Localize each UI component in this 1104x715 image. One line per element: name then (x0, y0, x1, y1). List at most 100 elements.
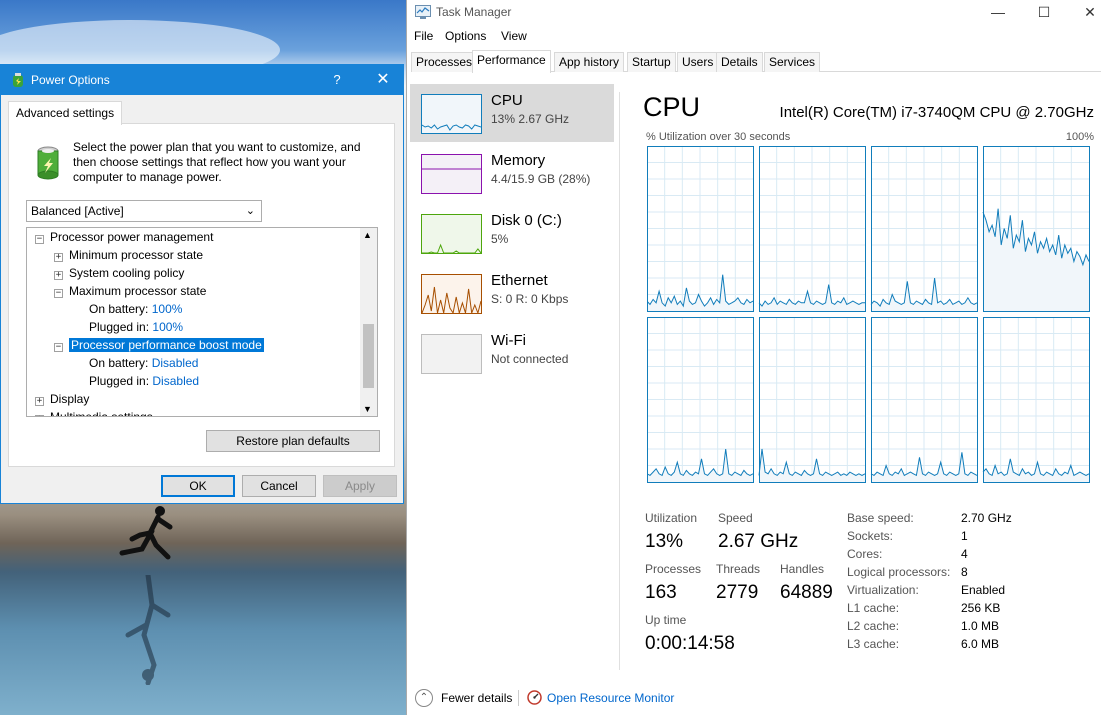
sidebar-item-disk[interactable]: Disk 0 (C:) 5% (410, 204, 614, 262)
menu-file[interactable]: File (414, 29, 433, 43)
task-manager-window: Task Manager — ☐ ✕ File Options View Pro… (406, 0, 1104, 715)
collapse-icon[interactable]: − (54, 343, 63, 352)
expand-icon[interactable]: + (54, 271, 63, 280)
sidebar-thumbnail-graph (421, 154, 482, 194)
tab-processes[interactable]: Processes (411, 52, 478, 72)
tree-item-value[interactable]: 100% (152, 320, 183, 334)
processes-value: 163 (645, 582, 677, 603)
tab-strip: Processes Performance App history Startu… (411, 50, 1101, 73)
core-graph-7 (982, 317, 1090, 483)
tree-item-label: Minimum processor state (69, 248, 204, 262)
utilization-caption: % Utilization over 30 seconds (646, 131, 791, 143)
tree-item[interactable]: − Maximum processor state (54, 282, 206, 300)
scroll-down-arrow-icon[interactable]: ▼ (363, 404, 372, 414)
sidebar-item-detail: Not connected (491, 352, 569, 366)
sidebar-sparkline (421, 124, 482, 131)
tree-item[interactable]: On battery: 100% (89, 300, 182, 318)
task-manager-titlebar[interactable]: Task Manager — ☐ ✕ (407, 0, 1104, 24)
task-manager-icon (415, 5, 431, 19)
tree-item-value[interactable]: 100% (152, 302, 183, 316)
power-options-title: Power Options (31, 73, 110, 87)
spec-value: Enabled (961, 583, 1006, 597)
tree-item[interactable]: − Processor power management (35, 228, 213, 246)
tab-app-history[interactable]: App history (554, 52, 625, 72)
sidebar-item-detail: S: 0 R: 0 Kbps (491, 292, 569, 306)
tree-scrollbar[interactable]: ▲ ▼ (360, 228, 377, 416)
tree-item-value[interactable]: Disabled (152, 374, 199, 388)
maximize-button[interactable]: ☐ (1021, 0, 1067, 24)
tree-item[interactable]: On battery: Disabled (89, 354, 198, 372)
power-plan-dropdown[interactable]: Balanced [Active] ⌄ (26, 200, 262, 222)
sidebar-item-cpu[interactable]: CPU 13% 2.67 GHz (410, 84, 614, 142)
sidebar-item-ethernet[interactable]: Ethernet S: 0 R: 0 Kbps (410, 264, 614, 322)
menu-view[interactable]: View (501, 29, 527, 43)
task-manager-footer: ⌃ Fewer details Open Resource Monitor (407, 684, 1104, 714)
handles-label: Handles (780, 562, 825, 576)
tab-performance[interactable]: Performance (472, 50, 551, 73)
open-resource-monitor-link[interactable]: Open Resource Monitor (547, 691, 674, 705)
spec-value: 8 (961, 565, 968, 579)
tab-startup[interactable]: Startup (627, 52, 676, 72)
sidebar-sparkline (422, 243, 482, 254)
utilization-max: 100% (1065, 131, 1094, 143)
power-options-dialog: Power Options ? ✕ Advanced settings Sele… (0, 64, 404, 504)
scrollbar-thumb[interactable] (363, 324, 374, 388)
sidebar-item-name: Memory (491, 152, 546, 169)
sidebar-sparkline-line (421, 286, 482, 315)
power-options-icon (13, 73, 23, 87)
tree-item[interactable]: + Multimedia settings (35, 408, 153, 416)
power-options-titlebar[interactable]: Power Options ? ✕ (1, 65, 403, 95)
spec-label: L1 cache: (847, 601, 900, 615)
sidebar-item-wi-fi[interactable]: Wi-Fi Not connected (410, 324, 614, 382)
logical-processor-graphs (647, 146, 1090, 483)
collapse-icon[interactable]: − (54, 289, 63, 298)
core-graph-5 (758, 317, 866, 483)
tree-item[interactable]: + System cooling policy (54, 264, 184, 282)
sidebar-sparkline (422, 335, 481, 373)
spec-value: 256 KB (961, 601, 1001, 615)
sidebar-item-detail: 13% 2.67 GHz (491, 112, 570, 126)
tab-users[interactable]: Users (677, 52, 719, 72)
tree-item[interactable]: + Display (35, 390, 89, 408)
help-button[interactable]: ? (327, 65, 347, 95)
spec-value: 1.0 MB (961, 619, 1000, 633)
expand-icon[interactable]: + (35, 397, 44, 406)
fewer-details-link[interactable]: Fewer details (441, 691, 512, 705)
close-button[interactable]: ✕ (1067, 0, 1104, 24)
power-settings-tree[interactable]: − Processor power management + Minimum proc… (26, 227, 378, 417)
ok-button[interactable]: OK (161, 475, 235, 497)
sidebar-item-name: Wi-Fi (491, 332, 526, 349)
tree-item-label: Plugged in: (89, 374, 150, 388)
tab-services[interactable]: Services (764, 52, 821, 72)
cpu-heading: CPU (643, 92, 701, 122)
sidebar-thumbnail-graph (421, 214, 482, 254)
chevron-up-icon[interactable]: ⌃ (415, 689, 433, 707)
restore-plan-defaults-button[interactable]: Restore plan defaults (206, 430, 380, 452)
sidebar-sparkline-line (421, 124, 482, 131)
spec-label: L3 cache: (847, 637, 900, 651)
sidebar-item-memory[interactable]: Memory 4.4/15.9 GB (28%) (410, 144, 614, 202)
tab-advanced-settings[interactable]: Advanced settings (8, 101, 123, 125)
threads-value: 2779 (716, 582, 759, 603)
cancel-button[interactable]: Cancel (242, 475, 316, 497)
tree-item[interactable]: Plugged in: Disabled (89, 372, 199, 390)
apply-button[interactable]: Apply (323, 475, 397, 497)
tree-item[interactable]: Plugged in: 100% (89, 318, 183, 336)
core-graph-6 (870, 317, 978, 483)
tree-item[interactable]: + Minimum processor state (54, 246, 203, 264)
sidebar-thumbnail-graph (421, 274, 482, 315)
task-manager-title: Task Manager (436, 5, 512, 19)
expand-icon[interactable]: + (54, 253, 63, 262)
speed-label: Speed (718, 511, 753, 525)
tab-details[interactable]: Details (716, 52, 763, 72)
scroll-up-arrow-icon[interactable]: ▲ (363, 230, 372, 240)
minimize-button[interactable]: — (975, 0, 1021, 24)
menu-options[interactable]: Options (445, 29, 486, 43)
tree-item-value[interactable]: Disabled (152, 356, 199, 370)
resource-monitor-icon[interactable] (527, 690, 542, 705)
expand-icon[interactable]: + (35, 415, 44, 416)
sidebar-sparkline (421, 286, 482, 315)
tree-item[interactable]: − Processor performance boost mode (54, 336, 264, 354)
collapse-icon[interactable]: − (35, 235, 44, 244)
close-button[interactable]: ✕ (363, 65, 403, 95)
